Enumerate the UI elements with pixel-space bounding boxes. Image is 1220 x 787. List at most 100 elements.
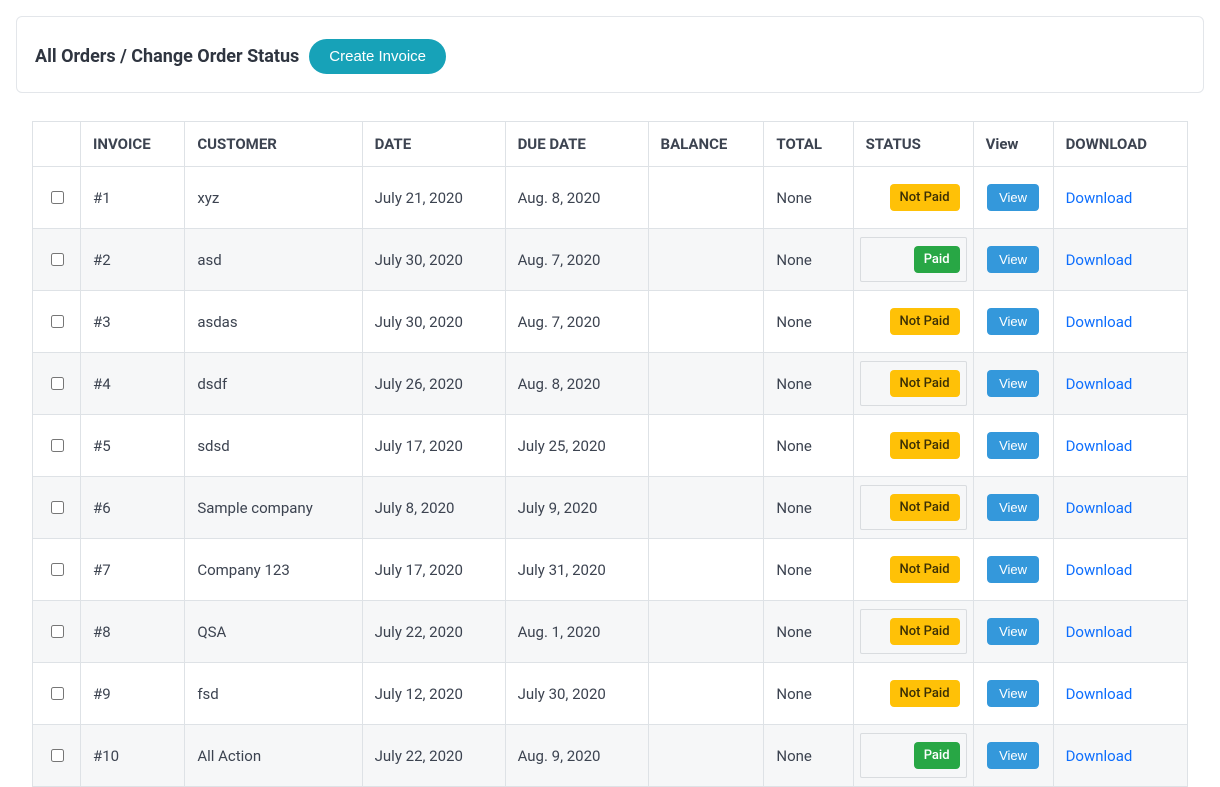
cell-view: View: [973, 725, 1053, 787]
cell-customer: All Action: [185, 725, 362, 787]
row-select-checkbox[interactable]: [51, 439, 64, 452]
cell-status: Not Paid: [853, 167, 973, 229]
view-button[interactable]: View: [987, 370, 1039, 397]
cell-invoice: #6: [81, 477, 185, 539]
cell-total: None: [764, 725, 853, 787]
cell-due-date: July 31, 2020: [505, 539, 648, 601]
download-link[interactable]: Download: [1066, 623, 1133, 641]
view-button[interactable]: View: [987, 308, 1039, 335]
cell-view: View: [973, 663, 1053, 725]
cell-invoice: #4: [81, 353, 185, 415]
cell-status: Not Paid: [853, 477, 973, 539]
cell-total: None: [764, 167, 853, 229]
cell-invoice: #3: [81, 291, 185, 353]
cell-due-date: July 9, 2020: [505, 477, 648, 539]
cell-balance: [648, 663, 764, 725]
cell-invoice: #9: [81, 663, 185, 725]
view-button[interactable]: View: [987, 494, 1039, 521]
view-button[interactable]: View: [987, 680, 1039, 707]
cell-download: Download: [1053, 725, 1187, 787]
cell-due-date: Aug. 7, 2020: [505, 291, 648, 353]
cell-view: View: [973, 353, 1053, 415]
cell-status: Not Paid: [853, 539, 973, 601]
cell-invoice: #7: [81, 539, 185, 601]
cell-total: None: [764, 663, 853, 725]
cell-total: None: [764, 415, 853, 477]
cell-date: July 8, 2020: [362, 477, 505, 539]
table-row: #9fsdJuly 12, 2020July 30, 2020NoneNot P…: [33, 663, 1188, 725]
download-link[interactable]: Download: [1066, 747, 1133, 765]
cell-download: Download: [1053, 353, 1187, 415]
cell-customer: sdsd: [185, 415, 362, 477]
view-button[interactable]: View: [987, 246, 1039, 273]
status-badge: Not Paid: [890, 432, 960, 459]
cell-status: Not Paid: [853, 291, 973, 353]
col-total: TOTAL: [764, 122, 853, 167]
cell-due-date: July 25, 2020: [505, 415, 648, 477]
cell-download: Download: [1053, 415, 1187, 477]
download-link[interactable]: Download: [1066, 499, 1133, 517]
cell-customer: asd: [185, 229, 362, 291]
status-badge: Paid: [914, 246, 960, 273]
cell-invoice: #1: [81, 167, 185, 229]
row-select-checkbox[interactable]: [51, 191, 64, 204]
create-invoice-button[interactable]: Create Invoice: [309, 39, 446, 74]
cell-download: Download: [1053, 663, 1187, 725]
orders-table: INVOICE CUSTOMER DATE DUE DATE BALANCE T…: [32, 121, 1188, 787]
row-select-checkbox[interactable]: [51, 377, 64, 390]
table-row: #3asdasJuly 30, 2020Aug. 7, 2020NoneNot …: [33, 291, 1188, 353]
cell-total: None: [764, 601, 853, 663]
cell-customer: QSA: [185, 601, 362, 663]
download-link[interactable]: Download: [1066, 437, 1133, 455]
table-row: #6Sample companyJuly 8, 2020July 9, 2020…: [33, 477, 1188, 539]
table-row: #1xyzJuly 21, 2020Aug. 8, 2020NoneNot Pa…: [33, 167, 1188, 229]
cell-customer: Sample company: [185, 477, 362, 539]
cell-due-date: Aug. 7, 2020: [505, 229, 648, 291]
view-button[interactable]: View: [987, 556, 1039, 583]
table-row: #10All ActionJuly 22, 2020Aug. 9, 2020No…: [33, 725, 1188, 787]
download-link[interactable]: Download: [1066, 189, 1133, 207]
download-link[interactable]: Download: [1066, 685, 1133, 703]
cell-view: View: [973, 539, 1053, 601]
cell-download: Download: [1053, 167, 1187, 229]
row-select-checkbox[interactable]: [51, 625, 64, 638]
cell-balance: [648, 601, 764, 663]
cell-date: July 22, 2020: [362, 725, 505, 787]
cell-total: None: [764, 539, 853, 601]
row-select-checkbox[interactable]: [51, 501, 64, 514]
view-button[interactable]: View: [987, 184, 1039, 211]
col-date: DATE: [362, 122, 505, 167]
cell-view: View: [973, 291, 1053, 353]
cell-status: Paid: [853, 725, 973, 787]
cell-date: July 30, 2020: [362, 229, 505, 291]
download-link[interactable]: Download: [1066, 561, 1133, 579]
cell-date: July 17, 2020: [362, 415, 505, 477]
cell-status: Paid: [853, 229, 973, 291]
table-row: #5sdsdJuly 17, 2020July 25, 2020NoneNot …: [33, 415, 1188, 477]
download-link[interactable]: Download: [1066, 313, 1133, 331]
row-select-checkbox[interactable]: [51, 253, 64, 266]
cell-due-date: Aug. 1, 2020: [505, 601, 648, 663]
download-link[interactable]: Download: [1066, 375, 1133, 393]
row-select-checkbox[interactable]: [51, 563, 64, 576]
status-badge: Not Paid: [890, 618, 960, 645]
cell-invoice: #2: [81, 229, 185, 291]
col-due-date: DUE DATE: [505, 122, 648, 167]
cell-view: View: [973, 167, 1053, 229]
row-select-checkbox[interactable]: [51, 749, 64, 762]
cell-status: Not Paid: [853, 601, 973, 663]
row-select-checkbox[interactable]: [51, 687, 64, 700]
table-header-row: INVOICE CUSTOMER DATE DUE DATE BALANCE T…: [33, 122, 1188, 167]
cell-due-date: Aug. 8, 2020: [505, 353, 648, 415]
row-select-checkbox[interactable]: [51, 315, 64, 328]
cell-balance: [648, 353, 764, 415]
cell-date: July 26, 2020: [362, 353, 505, 415]
col-view: View: [973, 122, 1053, 167]
view-button[interactable]: View: [987, 432, 1039, 459]
table-row: #4dsdfJuly 26, 2020Aug. 8, 2020NoneNot P…: [33, 353, 1188, 415]
table-row: #8QSAJuly 22, 2020Aug. 1, 2020NoneNot Pa…: [33, 601, 1188, 663]
col-status: STATUS: [853, 122, 973, 167]
view-button[interactable]: View: [987, 618, 1039, 645]
download-link[interactable]: Download: [1066, 251, 1133, 269]
view-button[interactable]: View: [987, 742, 1039, 769]
